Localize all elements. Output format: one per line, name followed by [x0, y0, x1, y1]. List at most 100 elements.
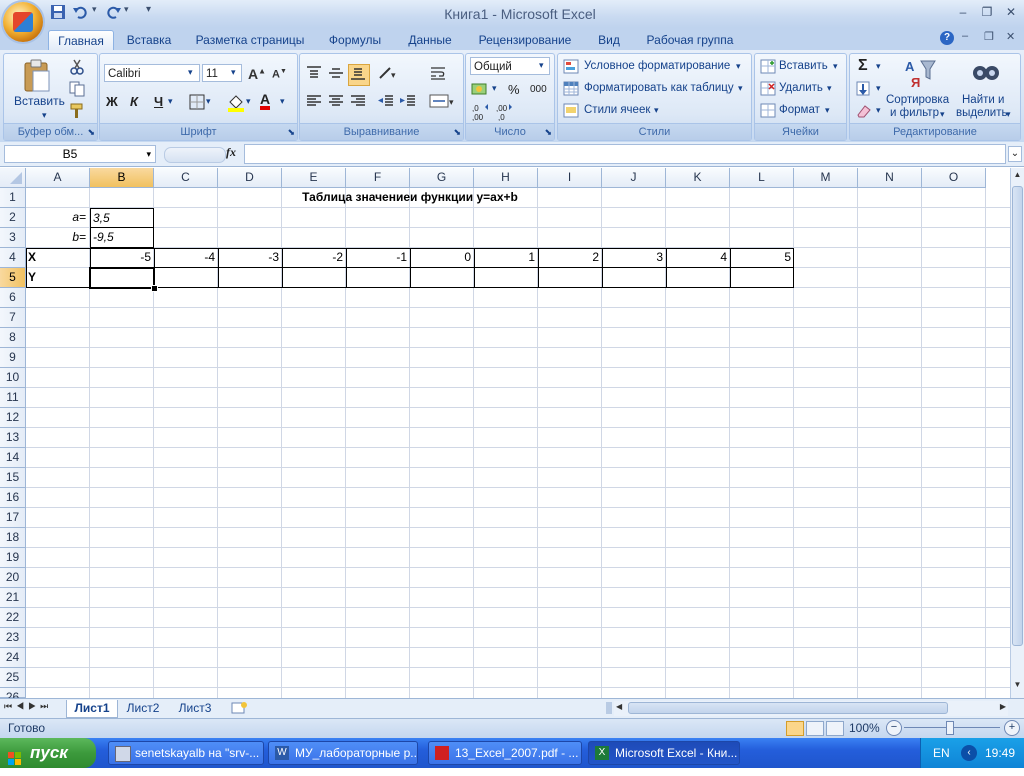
row-header-25[interactable]: 25	[0, 668, 26, 688]
format-cells-dropdown-icon[interactable]: ▾	[825, 105, 830, 116]
name-box[interactable]: B5 ▾	[4, 145, 156, 163]
tab-workgroup[interactable]: Рабочая группа	[640, 30, 740, 50]
format-as-table-icon[interactable]	[562, 80, 584, 102]
format-as-table-dropdown-icon[interactable]: ▾	[738, 83, 743, 94]
clear-icon[interactable]	[854, 102, 876, 124]
cell-a2[interactable]: a=	[26, 208, 90, 228]
column-header-g[interactable]: G	[410, 168, 474, 188]
cell-x-value[interactable]: -3	[218, 248, 282, 268]
row-header-15[interactable]: 15	[0, 468, 26, 488]
scroll-right-icon[interactable]: ▶	[1000, 702, 1006, 711]
font-launcher-icon[interactable]: ⬊	[287, 127, 295, 138]
cell-y-value[interactable]	[410, 268, 474, 288]
sort-filter-icon[interactable]: АЯ	[902, 56, 938, 92]
redo-dropdown-icon[interactable]: ▾	[124, 4, 134, 22]
fill-handle[interactable]	[151, 285, 158, 292]
grow-font-icon[interactable]: A▲	[248, 66, 266, 82]
row-header-16[interactable]: 16	[0, 488, 26, 508]
cell-y-value[interactable]	[90, 268, 154, 288]
find-select-label-1[interactable]: Найти и	[962, 94, 1004, 106]
row-header-10[interactable]: 10	[0, 368, 26, 388]
column-header-f[interactable]: F	[346, 168, 410, 188]
decrease-indent-icon[interactable]	[376, 92, 398, 114]
currency-dropdown-icon[interactable]: ▾	[492, 83, 497, 94]
cell-styles-button[interactable]: Стили ячеек	[584, 104, 650, 116]
cell-x-value[interactable]: 2	[538, 248, 602, 268]
row-header-1[interactable]: 1	[0, 188, 26, 208]
cell-a5[interactable]: Y	[26, 268, 90, 288]
sort-filter-label-1[interactable]: Сортировка	[886, 94, 949, 106]
name-box-dropdown-icon[interactable]: ▾	[146, 146, 151, 162]
column-header-n[interactable]: N	[858, 168, 922, 188]
cell-y-value[interactable]	[154, 268, 218, 288]
formula-input[interactable]	[244, 144, 1006, 164]
paste-label[interactable]: Вставить	[14, 94, 65, 108]
align-middle-icon[interactable]	[326, 64, 348, 86]
delete-cells-button[interactable]: Удалить	[779, 82, 823, 94]
insert-cells-icon[interactable]	[759, 58, 781, 80]
tab-split-handle[interactable]	[606, 702, 612, 714]
font-color-button[interactable]: А	[260, 92, 271, 110]
fill-dropdown-icon[interactable]: ▾	[876, 83, 881, 94]
sheet-tab-2[interactable]: Лист2	[120, 700, 166, 717]
find-select-icon[interactable]	[968, 56, 1004, 92]
insert-cells-dropdown-icon[interactable]: ▾	[833, 61, 838, 72]
cell-y-value[interactable]	[218, 268, 282, 288]
tab-review[interactable]: Рецензирование	[472, 30, 578, 50]
copy-icon[interactable]	[68, 80, 90, 102]
tab-data[interactable]: Данные	[400, 30, 460, 50]
increase-indent-icon[interactable]	[398, 92, 420, 114]
row-header-9[interactable]: 9	[0, 348, 26, 368]
row-header-20[interactable]: 20	[0, 568, 26, 588]
cell-styles-icon[interactable]	[562, 102, 584, 124]
borders-dropdown-icon[interactable]: ▾	[206, 96, 211, 107]
cell-y-value[interactable]	[282, 268, 346, 288]
row-header-23[interactable]: 23	[0, 628, 26, 648]
row-header-13[interactable]: 13	[0, 428, 26, 448]
cell-x-value[interactable]: -1	[346, 248, 410, 268]
zoom-in-icon[interactable]: +	[1004, 720, 1020, 736]
align-left-icon[interactable]	[304, 92, 326, 114]
cell-x-value[interactable]: 3	[602, 248, 666, 268]
formula-circle-control[interactable]	[164, 147, 226, 163]
row-header-4[interactable]: 4	[0, 248, 26, 268]
align-right-icon[interactable]	[348, 92, 370, 114]
column-header-j[interactable]: J	[602, 168, 666, 188]
shrink-font-icon[interactable]: A▼	[272, 68, 287, 81]
tab-view[interactable]: Вид	[592, 30, 626, 50]
language-indicator[interactable]: EN	[933, 738, 950, 768]
cell-title[interactable]: Таблица значениеи функции y=ax+b	[154, 188, 666, 208]
minimize-button[interactable]: –	[952, 4, 974, 20]
increase-decimal-icon[interactable]: ,0,00	[470, 102, 492, 124]
cell-x-value[interactable]: -4	[154, 248, 218, 268]
cell-x-value[interactable]: -5	[90, 248, 154, 268]
fill-color-icon[interactable]	[226, 93, 248, 115]
customize-qat-icon[interactable]: ▾	[146, 4, 156, 22]
row-header-11[interactable]: 11	[0, 388, 26, 408]
row-header-2[interactable]: 2	[0, 208, 26, 228]
tray-arrow-icon[interactable]: ‹	[961, 745, 977, 761]
workbook-close-icon[interactable]: ✕	[1006, 30, 1020, 43]
row-header-21[interactable]: 21	[0, 588, 26, 608]
scroll-down-icon[interactable]: ▼	[1012, 680, 1023, 692]
zoom-slider-thumb[interactable]	[946, 721, 954, 735]
conditional-formatting-dropdown-icon[interactable]: ▾	[736, 61, 741, 72]
restore-button[interactable]: ❐	[976, 4, 998, 20]
number-format-select[interactable]: Общий	[470, 57, 550, 75]
cell-b2[interactable]: 3,5	[90, 208, 154, 228]
cell-styles-dropdown-icon[interactable]: ▾	[654, 105, 659, 116]
row-header-26[interactable]: 26	[0, 688, 26, 704]
scroll-left-icon[interactable]: ◀	[616, 702, 622, 711]
autosum-dropdown-icon[interactable]: ▾	[876, 61, 881, 72]
format-cells-icon[interactable]	[759, 102, 781, 124]
tab-home[interactable]: Главная	[48, 30, 114, 51]
conditional-formatting-button[interactable]: Условное форматирование	[584, 60, 730, 72]
column-header-c[interactable]: C	[154, 168, 218, 188]
row-header-24[interactable]: 24	[0, 648, 26, 668]
cell-x-value[interactable]: 5	[730, 248, 794, 268]
horizontal-scrollbar[interactable]: ◀ ▶	[614, 701, 1008, 716]
normal-view-icon[interactable]	[786, 721, 804, 736]
row-header-12[interactable]: 12	[0, 408, 26, 428]
find-select-dropdown-icon[interactable]: ▾	[1006, 109, 1011, 120]
row-header-6[interactable]: 6	[0, 288, 26, 308]
